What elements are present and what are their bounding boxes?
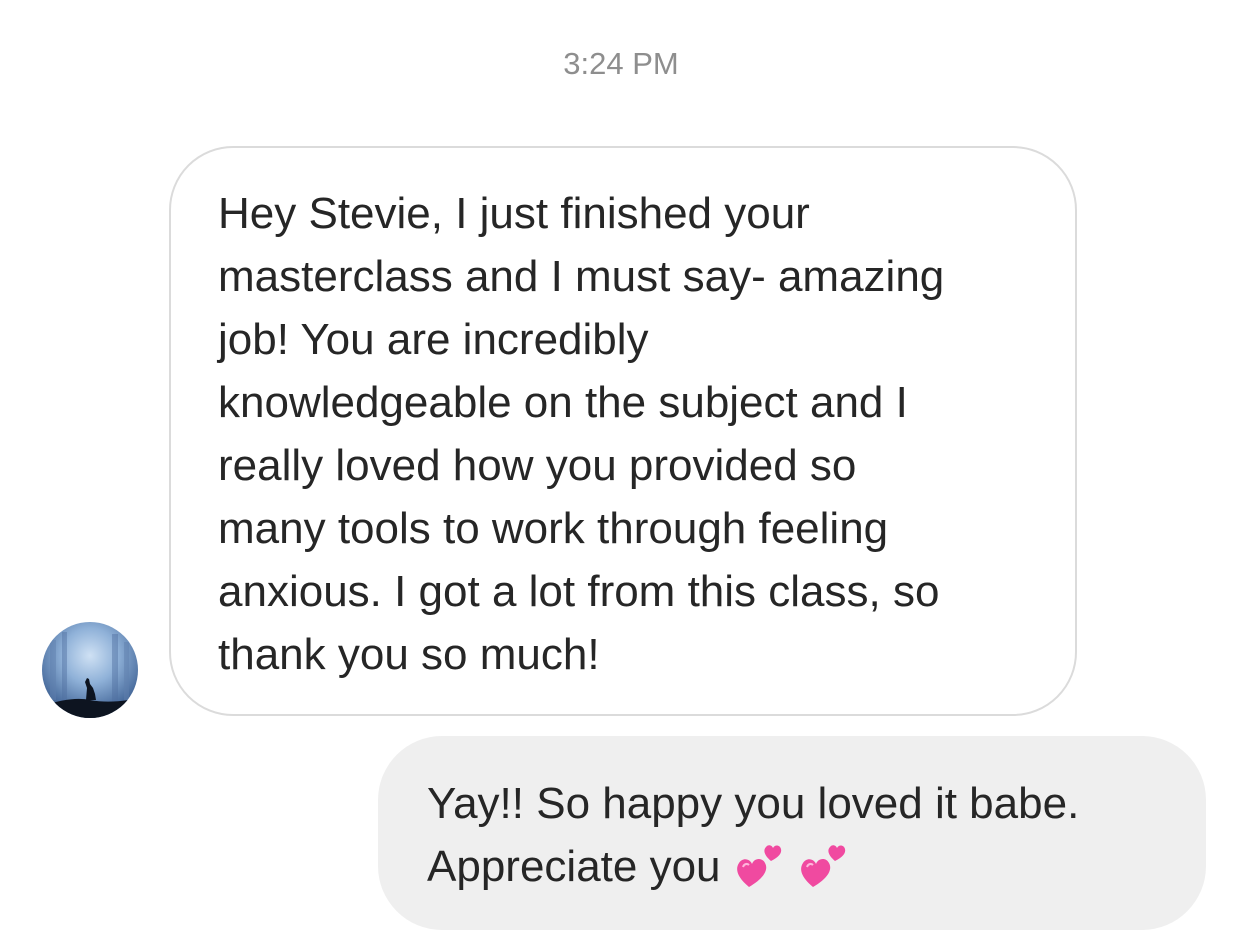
outgoing-message-line-2: Appreciate you (427, 842, 721, 891)
outgoing-message-bubble[interactable]: Yay!! So happy you loved it babe. Apprec… (378, 736, 1206, 930)
incoming-message-bubble[interactable]: Hey Stevie, I just finished your masterc… (169, 146, 1077, 716)
wolf-silhouette-icon (42, 632, 138, 718)
outgoing-message-line-1: Yay!! So happy you loved it babe. (427, 779, 1080, 828)
outgoing-message-line-2-row: Appreciate you (427, 835, 1176, 898)
sender-avatar[interactable] (42, 622, 138, 718)
two-hearts-icon (733, 837, 785, 893)
incoming-message-text: Hey Stevie, I just finished your masterc… (218, 189, 945, 679)
two-hearts-icon (797, 837, 849, 893)
outgoing-message-text: Yay!! So happy you loved it babe. Apprec… (427, 772, 1176, 898)
message-timestamp: 3:24 PM (563, 46, 679, 81)
